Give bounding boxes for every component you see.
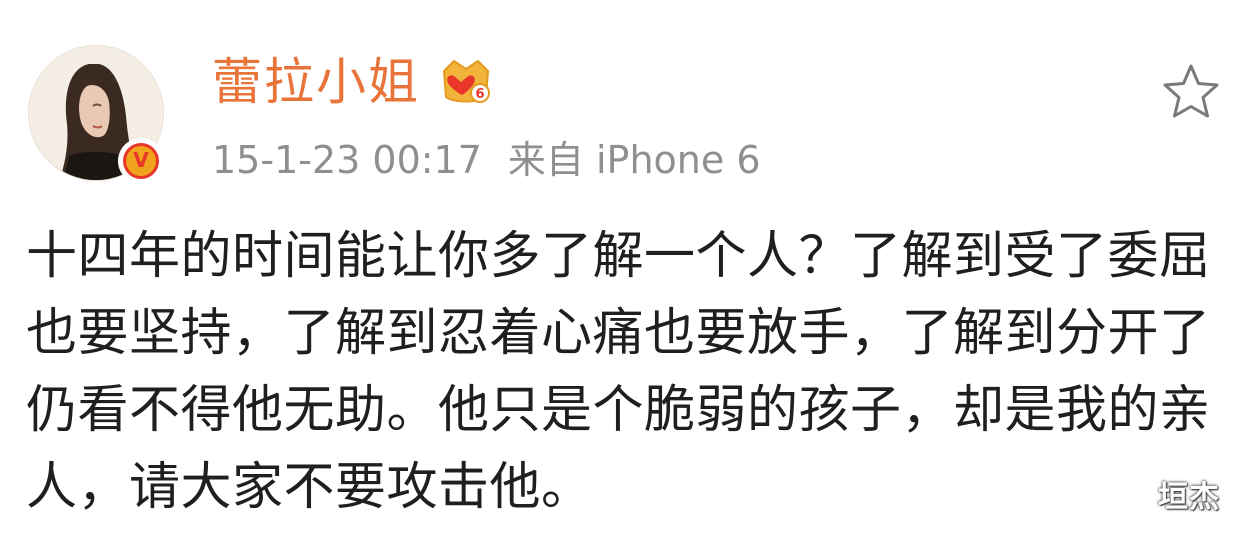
post-timestamp[interactable]: 15-1-23 00:17	[212, 138, 482, 182]
star-outline-icon[interactable]	[1160, 62, 1222, 120]
weibo-post: V 蕾拉小姐 6 15-1-23 00:17 来自 iPhone 6 十四年的时间…	[0, 0, 1252, 537]
watermark: 垣杰	[1158, 480, 1220, 515]
vip-crown-badge-icon[interactable]: 6	[438, 55, 494, 107]
post-text: 十四年的时间能让你多了解一个人？了解到受了委屈也要坚持，了解到忍着心痛也要放手，…	[26, 227, 1211, 517]
vip-level: 6	[475, 87, 484, 102]
post-meta: 15-1-23 00:17 来自 iPhone 6	[212, 138, 761, 182]
author-name[interactable]: 蕾拉小姐	[212, 52, 420, 112]
verified-mark: V	[133, 148, 149, 172]
verified-badge-icon: V	[118, 138, 164, 184]
post-source: 来自 iPhone 6	[507, 138, 761, 182]
